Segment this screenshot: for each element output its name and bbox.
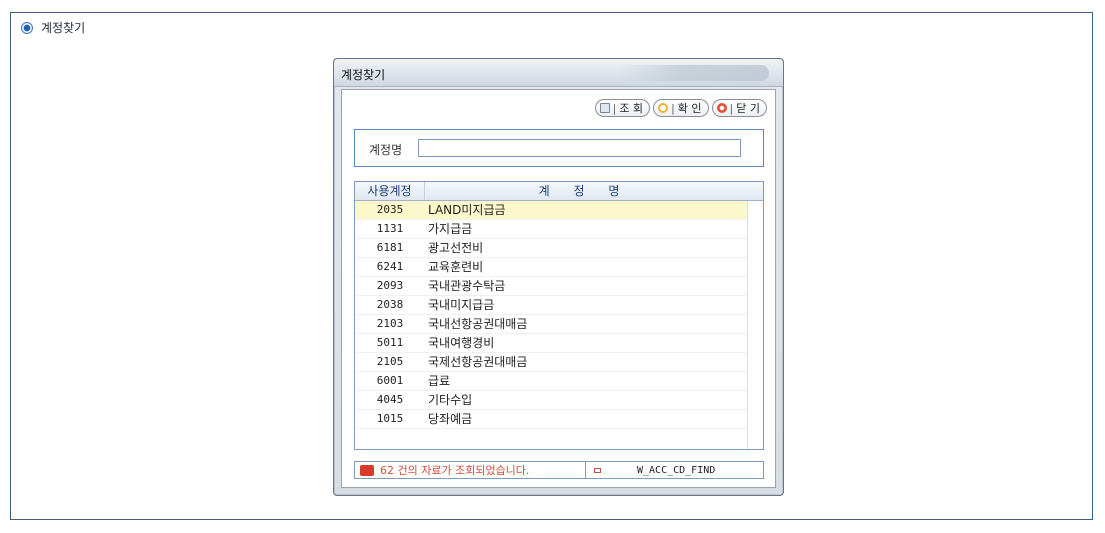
table-row[interactable]: 2038 국내미지급금	[355, 296, 747, 315]
account-name-label: 계정명	[369, 143, 403, 157]
account-name-cell: 가지급금	[428, 222, 473, 236]
confirm-button-label: 확 인	[677, 102, 702, 115]
search-button-label: 조 회	[619, 102, 644, 115]
close-button-label: 닫 기	[736, 102, 760, 115]
grid-header: 사용계정 계 정 명	[355, 182, 763, 201]
titlebar-controls	[619, 65, 769, 81]
account-code-cell: 6001	[376, 374, 404, 387]
status-message: 62 건의 자료가 조회되었습니다.	[380, 464, 530, 477]
toolbar-separator: |	[729, 101, 734, 115]
page-header: 계정찾기	[21, 19, 85, 36]
account-code-cell: 2103	[376, 317, 404, 330]
popup-title: 계정찾기	[341, 68, 386, 82]
table-row[interactable]: 6241 교육훈련비	[355, 258, 747, 277]
account-name-cell: 광고선전비	[428, 241, 484, 255]
table-row[interactable]: 2093 국내관광수탁금	[355, 277, 747, 296]
table-row[interactable]: 2105 국제선항공권대매금	[355, 353, 747, 372]
account-name-cell: 교육훈련비	[428, 260, 484, 274]
account-name-cell: 국내선항공권대매금	[428, 317, 528, 331]
table-row[interactable]: 4045 기타수입	[355, 391, 747, 410]
table-row[interactable]: 6181 광고선전비	[355, 239, 747, 258]
table-row[interactable]: 6001 급료	[355, 372, 747, 391]
message-icon	[360, 464, 374, 476]
confirm-icon	[658, 103, 669, 113]
account-grid: 사용계정 계 정 명 2035 LAND미지급금 1131 가지급금 6181 광고선전비…	[354, 181, 764, 450]
account-code-cell: 2093	[376, 279, 404, 292]
form-id: W_ACC_CD_FIND	[637, 464, 716, 476]
account-code-cell: 2035	[376, 203, 404, 216]
account-name-cell: 국내관광수탁금	[428, 279, 506, 293]
table-row[interactable]: 5011 국내여행경비	[355, 334, 747, 353]
popup-toolbar: | 조 회 | 확 인 | 닫 기	[594, 99, 767, 117]
close-icon	[716, 103, 727, 113]
search-panel: 계정명	[354, 129, 764, 167]
column-header-name[interactable]: 계 정 명	[425, 182, 743, 200]
table-row[interactable]: 2035 LAND미지급금	[355, 201, 747, 220]
table-row[interactable]: 1015 당좌예금	[355, 410, 747, 429]
account-code-cell: 6241	[376, 260, 404, 273]
account-name-cell: 기타수입	[428, 393, 473, 407]
popup-titlebar[interactable]: 계정찾기	[334, 59, 783, 87]
account-code-cell: 1015	[376, 412, 404, 425]
form-icon	[594, 467, 601, 473]
account-name-cell: LAND미지급금	[428, 203, 506, 217]
search-button[interactable]: | 조 회	[594, 99, 651, 117]
account-name-cell: 국내미지급금	[428, 298, 495, 312]
column-header-code[interactable]: 사용계정	[355, 182, 425, 200]
account-find-popup: 계정찾기 | 조 회 | 확 인 | 닫 기 계정명 사용계정 계 정 명 20…	[333, 58, 784, 496]
toolbar-separator: |	[671, 101, 675, 115]
account-code-cell: 2105	[376, 355, 404, 368]
close-button[interactable]: | 닫 기	[711, 99, 767, 117]
table-row[interactable]: 2103 국내선항공권대매금	[355, 315, 747, 334]
account-name-cell: 당좌예금	[428, 412, 473, 426]
radio-selected-icon	[21, 21, 33, 34]
account-code-cell: 5011	[376, 336, 404, 349]
popup-client-area: | 조 회 | 확 인 | 닫 기 계정명 사용계정 계 정 명 2035 LA…	[341, 89, 776, 488]
account-code-cell: 4045	[376, 393, 404, 406]
page-title: 계정찾기	[41, 21, 86, 35]
table-row[interactable]: 1131 가지급금	[355, 220, 747, 239]
status-bar: 62 건의 자료가 조회되었습니다. W_ACC_CD_FIND	[354, 461, 764, 479]
grid-body: 2035 LAND미지급금 1131 가지급금 6181 광고선전비 6241 교육훈련비 20…	[355, 201, 747, 429]
account-name-input[interactable]	[418, 139, 741, 157]
account-code-cell: 2038	[376, 298, 404, 311]
account-name-cell: 국제선항공권대매금	[428, 355, 528, 369]
confirm-button[interactable]: | 확 인	[653, 99, 709, 117]
search-icon	[599, 103, 610, 113]
account-code-cell: 1131	[376, 222, 404, 235]
account-code-cell: 6181	[376, 241, 404, 254]
grid-divider	[747, 201, 748, 449]
form-id-box: W_ACC_CD_FIND	[585, 462, 715, 478]
account-name-cell: 국내여행경비	[428, 336, 495, 350]
toolbar-separator: |	[612, 101, 617, 115]
account-name-cell: 급료	[428, 374, 451, 388]
